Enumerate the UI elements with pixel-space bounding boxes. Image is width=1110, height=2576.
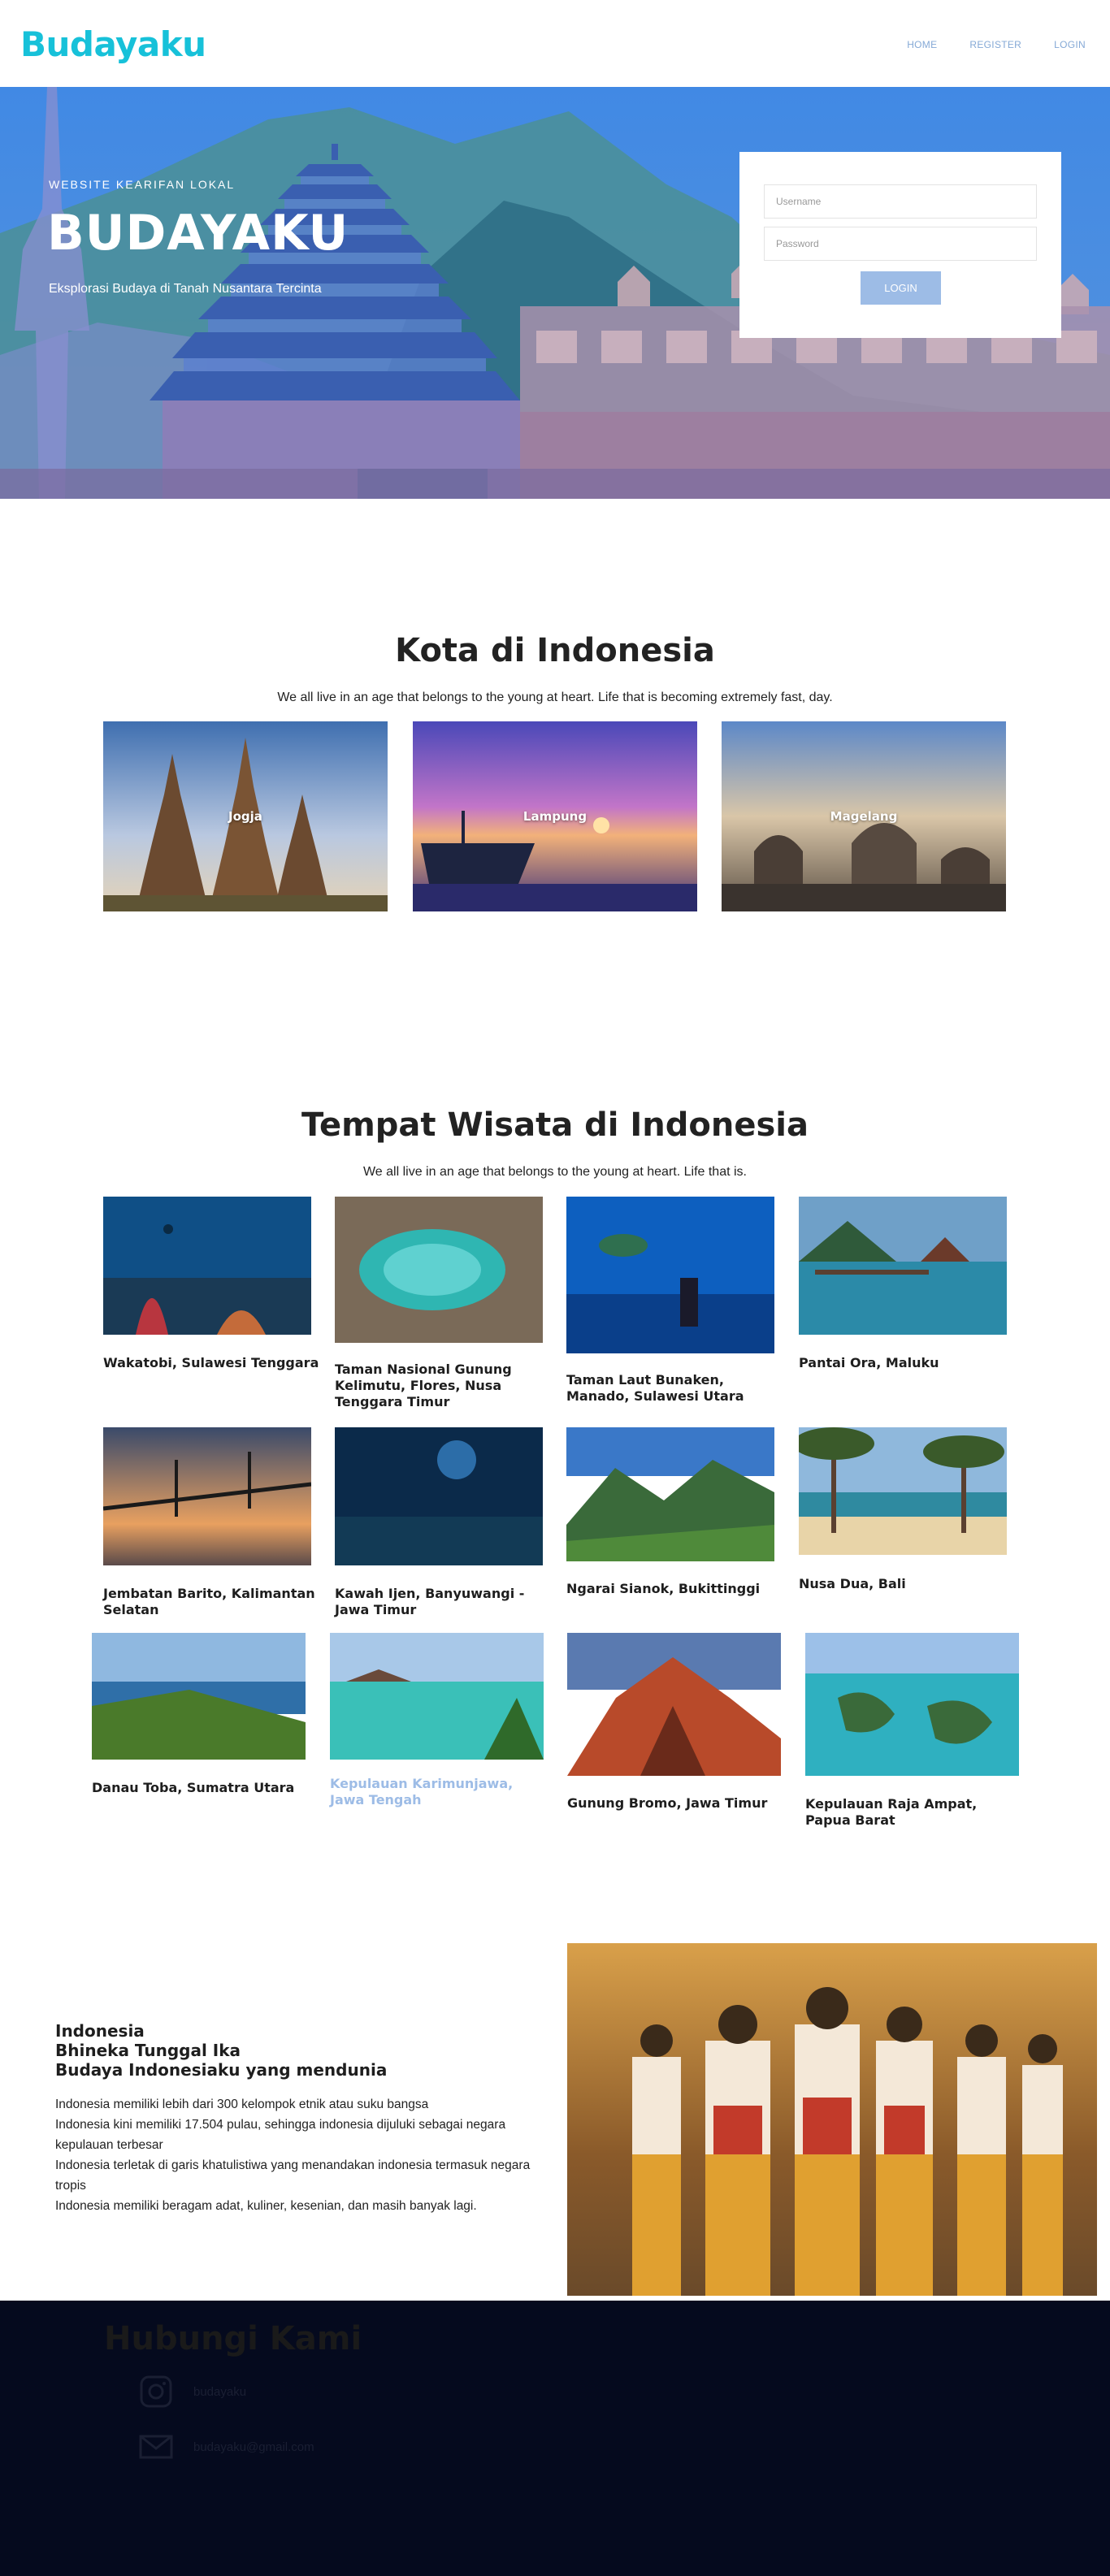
nav-register-link[interactable]: REGISTER	[969, 39, 1021, 50]
login-form: LOGIN	[739, 152, 1061, 338]
wisata-image-nusa-dua[interactable]	[799, 1427, 1007, 1555]
info-line-2: Indonesia kini memiliki 17.504 pulau, se…	[55, 2118, 506, 2152]
info-heading-line-3: Budaya Indonesiaku yang mendunia	[55, 2060, 388, 2080]
footer-email-text: budayaku@gmail.com	[193, 2440, 314, 2454]
wisata-image-karimunjawa[interactable]	[330, 1633, 544, 1760]
info-text: Indonesia memiliki lebih dari 300 kelomp…	[55, 2094, 543, 2216]
wisata-caption-bromo: Gunung Bromo, Jawa Timur	[567, 1795, 768, 1811]
info-line-1: Indonesia memiliki lebih dari 300 kelomp…	[55, 2098, 429, 2111]
info-heading-line-2: Bhineka Tunggal Ika	[55, 2041, 241, 2060]
nav-login-link[interactable]: LOGIN	[1054, 39, 1086, 50]
wisata-image-kelimutu[interactable]	[335, 1197, 543, 1343]
wisata-caption-barito: Jembatan Barito, Kalimantan Selatan	[103, 1586, 315, 1617]
wisata-caption-pantai-ora: Pantai Ora, Maluku	[799, 1355, 939, 1370]
wisata-caption-ijen: Kawah Ijen, Banyuwangi - Jawa Timur	[335, 1586, 525, 1617]
wisata-section-title: Tempat Wisata di Indonesia	[301, 1106, 809, 1144]
city-label-lampung: Lampung	[522, 809, 588, 824]
brand-logo[interactable]: Budayaku	[20, 24, 206, 64]
wisata-caption-kelimutu: Taman Nasional Gunung Kelimutu, Flores, …	[335, 1362, 512, 1409]
hero-banner: WEBSITE KEARIFAN LOKAL BUDAYAKU Eksplora…	[0, 87, 1110, 499]
wisata-image-raja-ampat[interactable]	[805, 1633, 1019, 1776]
city-card-jogja[interactable]: Jogja	[103, 721, 388, 911]
wisata-image-sianok[interactable]	[566, 1427, 774, 1561]
footer: Hubungi Kami budayaku budayaku@gmail.com	[0, 2301, 1110, 2576]
navbar: Budayaku HOME REGISTER LOGIN	[0, 0, 1110, 87]
kota-section-subtitle: We all live in an age that belongs to th…	[277, 691, 833, 704]
username-input[interactable]	[764, 184, 1037, 219]
wisata-caption-wakatobi: Wakatobi, Sulawesi Tenggara	[103, 1355, 319, 1370]
hero-subtitle: Eksplorasi Budaya di Tanah Nusantara Ter…	[49, 282, 322, 296]
footer-email[interactable]: budayaku@gmail.com	[138, 2429, 314, 2465]
wisata-image-bunaken[interactable]	[566, 1197, 774, 1353]
wisata-caption-karimunjawa[interactable]: Kepulauan Karimunjawa, Jawa Tengah	[330, 1776, 549, 1808]
city-card-magelang[interactable]: Magelang	[722, 721, 1006, 911]
wisata-caption-sianok: Ngarai Sianok, Bukittinggi	[566, 1581, 761, 1596]
wisata-image-wakatobi[interactable]	[103, 1197, 311, 1335]
wisata-image-ijen[interactable]	[335, 1427, 543, 1565]
city-label-magelang: Magelang	[830, 809, 898, 824]
wisata-caption-bunaken: Taman Laut Bunaken, Manado, Sulawesi Uta…	[566, 1372, 744, 1404]
footer-instagram-text: budayaku	[193, 2384, 247, 2399]
info-line-4: Indonesia memiliki beragam adat, kuliner…	[55, 2199, 477, 2213]
hero-title: BUDAYAKU	[47, 205, 349, 262]
nav-links: HOME REGISTER LOGIN	[907, 39, 1086, 50]
wisata-image-pantai-ora[interactable]	[799, 1197, 1007, 1335]
wisata-image-toba[interactable]	[92, 1633, 306, 1760]
info-heading-line-1: Indonesia	[55, 2021, 145, 2041]
city-label-jogja: Jogja	[228, 809, 262, 824]
password-input[interactable]	[764, 227, 1037, 261]
footer-title: Hubungi Kami	[104, 2320, 362, 2357]
wisata-caption-toba: Danau Toba, Sumatra Utara	[92, 1780, 295, 1795]
wisata-section-subtitle: We all live in an age that belongs to th…	[362, 1165, 747, 1179]
info-dancers-image	[567, 1943, 1097, 2296]
wisata-image-barito[interactable]	[103, 1427, 311, 1565]
info-heading: Indonesia Bhineka Tunggal Ika Budaya Ind…	[55, 2021, 387, 2080]
kota-section-title: Kota di Indonesia	[395, 632, 715, 669]
login-button[interactable]: LOGIN	[861, 271, 941, 305]
wisata-caption-nusa-dua: Nusa Dua, Bali	[799, 1576, 906, 1591]
wisata-image-bromo[interactable]	[567, 1633, 781, 1776]
city-card-lampung[interactable]: Lampung	[413, 721, 697, 911]
info-line-3: Indonesia terletak di garis khatulistiwa…	[55, 2158, 531, 2193]
hero-kicker: WEBSITE KEARIFAN LOKAL	[49, 178, 236, 191]
mail-icon	[139, 2435, 173, 2459]
nav-home-link[interactable]: HOME	[907, 39, 937, 50]
instagram-icon	[140, 2375, 172, 2408]
footer-instagram[interactable]: budayaku	[138, 2374, 246, 2409]
wisata-caption-raja-ampat: Kepulauan Raja Ampat, Papua Barat	[805, 1796, 978, 1828]
